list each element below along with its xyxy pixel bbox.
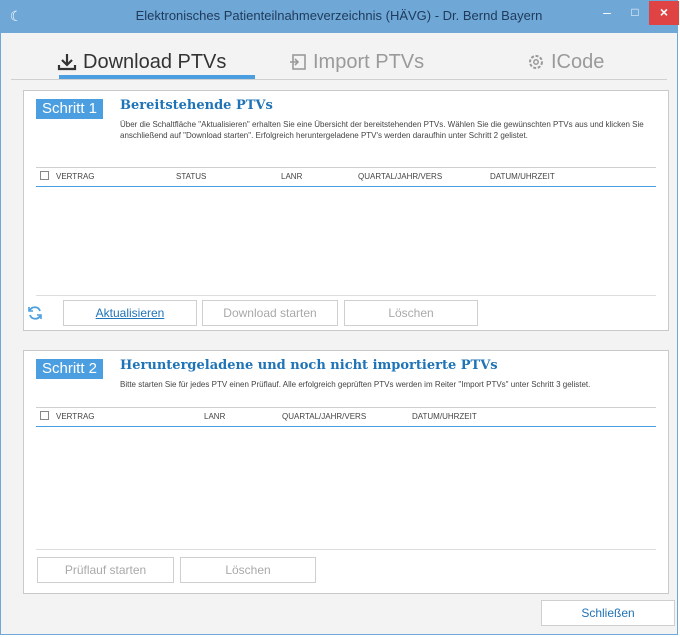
gear-icon xyxy=(527,53,545,71)
col-datum[interactable]: DATUM/UHRZEIT xyxy=(412,412,477,421)
col-quartal[interactable]: QUARTAL/JAHR/VERS xyxy=(282,412,366,421)
download-start-button[interactable]: Download starten xyxy=(202,300,338,326)
col-datum[interactable]: DATUM/UHRZEIT xyxy=(490,172,555,181)
step2-table-body[interactable] xyxy=(36,427,656,550)
close-window-button[interactable]: × xyxy=(649,1,679,25)
delete-button-step1[interactable]: Löschen xyxy=(344,300,478,326)
tab-download-ptvs[interactable]: Download PTVs xyxy=(57,49,226,75)
col-vertrag[interactable]: VERTRAG xyxy=(56,172,95,181)
window-title: Elektronisches Patienteilnahmeverzeichni… xyxy=(135,8,543,23)
step1-badge: Schritt 1 xyxy=(36,99,104,119)
maximize-button[interactable]: □ xyxy=(621,1,649,25)
close-button[interactable]: Schließen xyxy=(541,600,675,626)
delete-button-step2[interactable]: Löschen xyxy=(180,557,316,583)
step2-badge: Schritt 2 xyxy=(36,359,104,379)
col-lanr[interactable]: LANR xyxy=(204,412,225,421)
refresh-icon[interactable] xyxy=(27,305,43,326)
minimize-button[interactable]: – xyxy=(593,1,621,25)
tab-label: Download PTVs xyxy=(83,50,227,73)
refresh-button[interactable]: Aktualisieren xyxy=(63,300,197,326)
download-icon xyxy=(57,52,77,72)
step2-table-header: VERTRAG LANR QUARTAL/JAHR/VERS DATUM/UHR… xyxy=(36,407,656,428)
step1-description: Über die Schaltfläche "Aktualisieren" er… xyxy=(120,120,644,140)
tab-divider xyxy=(11,79,667,80)
active-tab-indicator xyxy=(59,75,255,79)
select-all-checkbox[interactable] xyxy=(40,411,49,420)
step1-table-header: VERTRAG STATUS LANR QUARTAL/JAHR/VERS DA… xyxy=(36,167,656,188)
col-quartal[interactable]: QUARTAL/JAHR/VERS xyxy=(358,172,442,181)
tab-label: ICode xyxy=(551,50,605,73)
refresh-button-label: Aktualisieren xyxy=(95,306,165,320)
col-status[interactable]: STATUS xyxy=(176,172,206,181)
title-bar[interactable]: ☾ Elektronisches Patienteilnahmeverzeich… xyxy=(1,1,679,33)
app-window: ☾ Elektronisches Patienteilnahmeverzeich… xyxy=(0,0,679,635)
check-start-button[interactable]: Prüflauf starten xyxy=(37,557,174,583)
select-all-checkbox[interactable] xyxy=(40,171,49,180)
import-icon xyxy=(289,53,307,71)
col-lanr[interactable]: LANR xyxy=(281,172,302,181)
step1-panel: Schritt 1 Bereitstehende PTVs Über die S… xyxy=(23,90,669,331)
step2-title: Heruntergeladene und noch nicht importie… xyxy=(120,358,498,373)
step1-title: Bereitstehende PTVs xyxy=(120,98,273,113)
col-vertrag[interactable]: VERTRAG xyxy=(56,412,95,421)
step1-table-body[interactable] xyxy=(36,187,656,296)
tab-icode[interactable]: ICode xyxy=(527,49,604,75)
tab-label: Import PTVs xyxy=(313,50,425,73)
tab-import-ptvs[interactable]: Import PTVs xyxy=(289,49,424,75)
step2-description: Bitte starten Sie für jedes PTV einen Pr… xyxy=(120,380,591,389)
